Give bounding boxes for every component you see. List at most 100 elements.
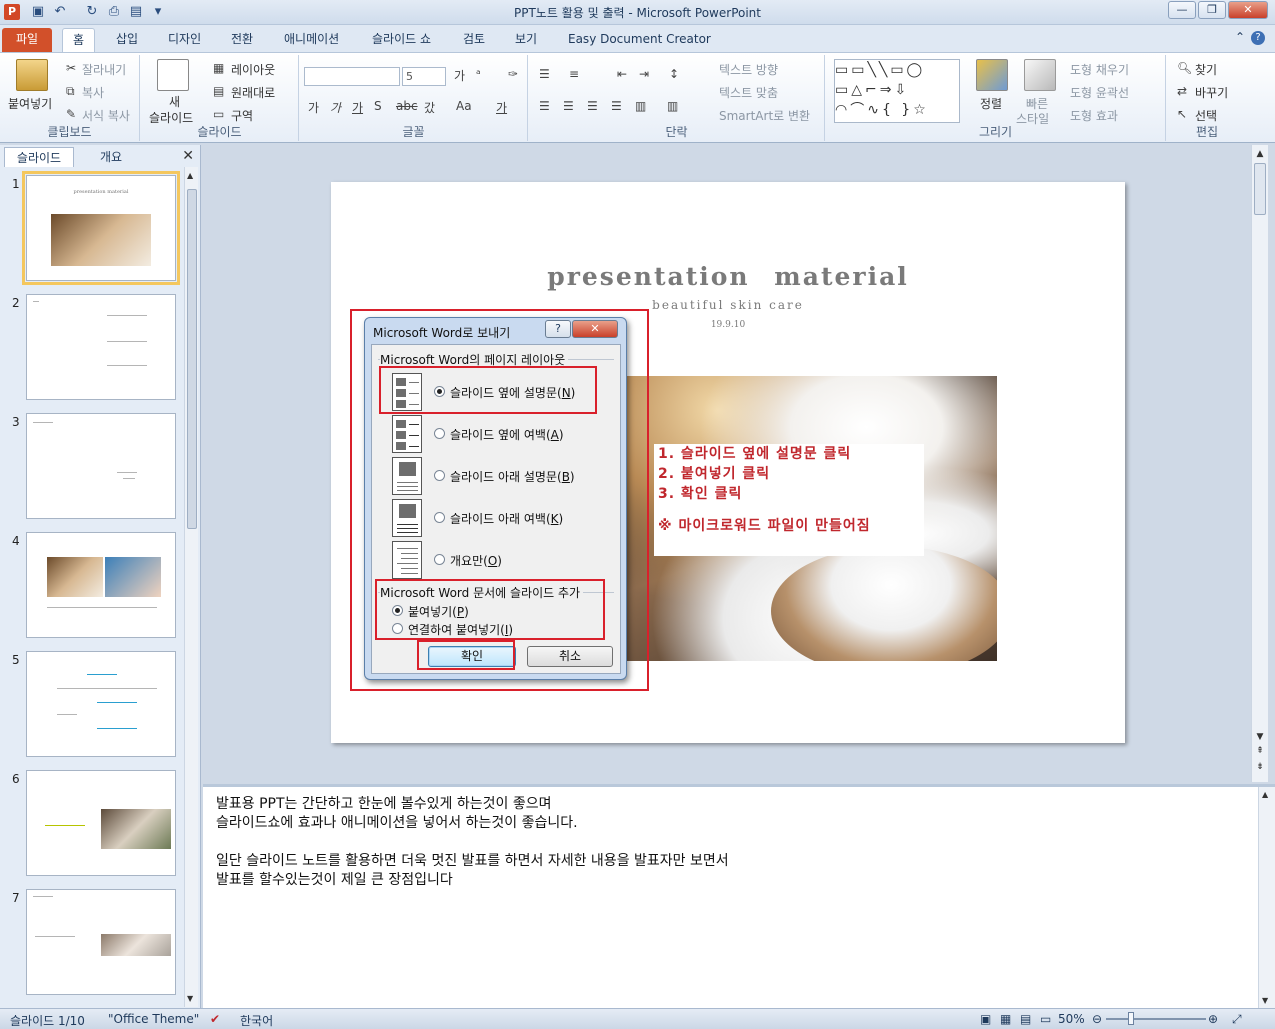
slide-scrollbar[interactable]: ▲ ▼ ⇞ ⇟ xyxy=(1251,145,1268,782)
close-button[interactable]: ✕ xyxy=(1228,1,1268,19)
tab-review[interactable]: 검토 xyxy=(453,28,495,52)
bullets-icon[interactable]: ☰ xyxy=(539,67,550,81)
tab-animations[interactable]: 애니메이션 xyxy=(274,28,349,52)
scroll-up-icon[interactable]: ▲ xyxy=(1254,148,1266,160)
slide-thumbnail-7[interactable] xyxy=(26,889,176,995)
slide-thumbnail-4[interactable] xyxy=(26,532,176,638)
speaker-notes-text[interactable]: 발표용 PPT는 간단하고 한눈에 볼수있게 하는것이 좋으며 슬라이드쇼에 효… xyxy=(216,795,729,890)
tab-insert[interactable]: 삽입 xyxy=(106,28,148,52)
layout-icon[interactable]: ▦ xyxy=(213,61,224,75)
format-painter-icon[interactable]: ✎ xyxy=(66,107,76,121)
align-right-icon[interactable]: ☰ xyxy=(587,99,598,113)
numbering-icon[interactable]: ≡ xyxy=(569,67,579,81)
minimize-ribbon-icon[interactable]: ⌃ xyxy=(1235,30,1245,44)
shape-fill-button[interactable]: 도형 채우기 xyxy=(1070,61,1129,78)
dialog-help-button[interactable]: ? xyxy=(545,320,571,338)
scroll-down-icon[interactable]: ▼ xyxy=(1254,731,1266,743)
zoom-in-icon[interactable]: ⊕ xyxy=(1208,1012,1218,1026)
cut-icon[interactable]: ✂ xyxy=(66,61,76,75)
notes-pane[interactable]: 발표용 PPT는 간단하고 한눈에 볼수있게 하는것이 좋으며 슬라이드쇼에 효… xyxy=(203,784,1275,1008)
justify-icon[interactable]: ☰ xyxy=(611,99,622,113)
shape-outline-button[interactable]: 도형 윤곽선 xyxy=(1070,84,1129,101)
tab-transitions[interactable]: 전환 xyxy=(221,28,263,52)
label-outline-only[interactable]: 개요만(O) xyxy=(450,552,502,569)
distribute-icon[interactable]: ▥ xyxy=(635,99,646,113)
select-button[interactable]: 선택 xyxy=(1195,107,1217,124)
strikethrough-icon[interactable]: abc xyxy=(396,99,418,113)
close-panel-icon[interactable]: ✕ xyxy=(182,148,194,164)
normal-view-icon[interactable]: ▣ xyxy=(980,1012,991,1026)
select-icon[interactable]: ↖ xyxy=(1177,107,1187,121)
italic-icon[interactable]: 가 xyxy=(330,99,341,116)
tab-slides[interactable]: 슬라이드 xyxy=(4,147,74,167)
clear-formatting-icon[interactable]: ✑ xyxy=(508,67,518,81)
slide-thumbnail-5[interactable] xyxy=(26,651,176,757)
replace-icon[interactable]: ⇄ xyxy=(1177,84,1187,98)
label-blank-lines-next-to-slides[interactable]: 슬라이드 옆에 여백(A) xyxy=(450,426,564,443)
quick-styles-icon[interactable] xyxy=(1024,59,1056,91)
paste-icon[interactable] xyxy=(16,59,48,91)
section-icon[interactable]: ▭ xyxy=(213,107,224,121)
arrange-icon[interactable] xyxy=(976,59,1008,91)
format-painter-button[interactable]: 서식 복사 xyxy=(82,107,130,124)
cancel-button[interactable]: 취소 xyxy=(527,646,613,667)
zoom-level[interactable]: 50% xyxy=(1058,1012,1085,1026)
scroll-down-icon[interactable]: ▼ xyxy=(1262,996,1268,1005)
slide-thumbnail-2[interactable] xyxy=(26,294,176,400)
zoom-slider-thumb[interactable] xyxy=(1128,1012,1134,1025)
slide-thumbnail-1[interactable]: presentation material xyxy=(22,171,180,285)
new-slide-label-1[interactable]: 새 xyxy=(169,93,180,110)
tab-home[interactable]: 홈 xyxy=(62,28,96,52)
change-case-icon[interactable]: Aa xyxy=(456,99,472,113)
convert-smartart-button[interactable]: SmartArt로 변환 xyxy=(719,107,810,124)
underline-icon[interactable]: 가 xyxy=(352,99,363,116)
align-text-button[interactable]: 텍스트 맞춤 xyxy=(719,84,778,101)
scroll-thumb[interactable] xyxy=(187,189,197,529)
bold-icon[interactable]: 가 xyxy=(308,99,319,116)
minimize-button[interactable]: — xyxy=(1168,1,1196,19)
scroll-up-icon[interactable]: ▲ xyxy=(1262,790,1268,799)
instruction-callout[interactable]: 1. 슬라이드 옆에 설명문 클릭 2. 붙여넣기 클릭 3. 확인 클릭 ※ … xyxy=(654,444,924,556)
tab-file[interactable]: 파일 xyxy=(2,28,53,52)
slide-sorter-icon[interactable]: ▦ xyxy=(1000,1012,1011,1026)
tab-design[interactable]: 디자인 xyxy=(158,28,211,52)
text-direction-button[interactable]: 텍스트 방향 xyxy=(719,61,778,78)
slide-thumbnail-6[interactable] xyxy=(26,770,176,876)
help-icon[interactable]: ? xyxy=(1251,31,1265,45)
spell-check-icon[interactable]: ✔ xyxy=(210,1012,220,1026)
slideshow-view-icon[interactable]: ▭ xyxy=(1040,1012,1051,1026)
radio-outline-only[interactable] xyxy=(434,554,445,565)
tab-slideshow[interactable]: 슬라이드 쇼 xyxy=(362,28,441,52)
restore-button[interactable]: ❐ xyxy=(1198,1,1226,19)
align-left-icon[interactable]: ☰ xyxy=(539,99,550,113)
reset-button[interactable]: 원래대로 xyxy=(231,84,275,101)
reset-icon[interactable]: ▤ xyxy=(213,84,224,98)
slide-thumbnail-3[interactable] xyxy=(26,413,176,519)
zoom-slider[interactable] xyxy=(1106,1018,1206,1020)
radio-blank-lines-below-slides[interactable] xyxy=(434,512,445,523)
decrease-indent-icon[interactable]: ⇤ xyxy=(617,67,627,81)
shadow-icon[interactable]: S xyxy=(374,99,382,113)
shrink-font-icon[interactable]: ᵃ xyxy=(476,67,481,81)
tab-easy-document-creator[interactable]: Easy Document Creator xyxy=(558,28,721,52)
thumbnails-scrollbar[interactable]: ▲ ▼ xyxy=(184,167,198,1007)
align-center-icon[interactable]: ☰ xyxy=(563,99,574,113)
reading-view-icon[interactable]: ▤ xyxy=(1020,1012,1031,1026)
line-spacing-icon[interactable]: ↕ xyxy=(669,67,679,81)
shape-effects-button[interactable]: 도형 효과 xyxy=(1070,107,1118,124)
notes-scrollbar[interactable]: ▲ ▼ xyxy=(1258,787,1275,1008)
find-button[interactable]: 찾기 xyxy=(1195,61,1217,78)
find-icon[interactable]: 🔍︎ xyxy=(1177,61,1192,75)
character-spacing-icon[interactable]: 갔 xyxy=(424,99,435,116)
font-name-field[interactable] xyxy=(304,67,400,86)
previous-slide-icon[interactable]: ⇞ xyxy=(1254,745,1266,757)
dialog-close-button[interactable]: ✕ xyxy=(572,320,618,338)
label-blank-lines-below-slides[interactable]: 슬라이드 아래 여백(K) xyxy=(450,510,563,527)
tab-view[interactable]: 보기 xyxy=(505,28,547,52)
scroll-up-icon[interactable]: ▲ xyxy=(187,171,193,180)
label-notes-below-slides[interactable]: 슬라이드 아래 설명문(B) xyxy=(450,468,575,485)
next-slide-icon[interactable]: ⇟ xyxy=(1254,761,1266,773)
fit-to-window-icon[interactable]: ⤢ xyxy=(1232,1012,1242,1027)
paste-button[interactable]: 붙여넣기 xyxy=(8,95,52,112)
radio-blank-lines-next-to-slides[interactable] xyxy=(434,428,445,439)
